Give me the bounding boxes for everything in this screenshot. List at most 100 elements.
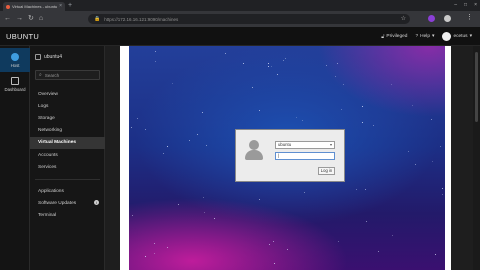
sidebar-item-networking[interactable]: Networking xyxy=(30,125,105,137)
browser-menu-icon[interactable]: ⋮ xyxy=(466,13,473,23)
server-icon xyxy=(35,54,41,60)
host-selector[interactable]: ubuntu4 xyxy=(35,54,62,60)
star-dot xyxy=(361,105,363,107)
sidebar-item-applications[interactable]: Applications xyxy=(30,185,105,197)
star-dot xyxy=(154,253,156,255)
star-dot xyxy=(273,262,275,264)
scroll-thumb[interactable] xyxy=(475,52,478,122)
help-menu[interactable]: ? Help ▾ xyxy=(415,34,434,39)
star-dot xyxy=(435,253,436,255)
star-dot xyxy=(259,198,261,200)
help-icon: ? xyxy=(415,34,419,39)
star-dot xyxy=(153,242,155,244)
star-dot xyxy=(335,76,337,78)
privileged-label: Privileged xyxy=(386,34,408,39)
browser-tab[interactable]: Virtual Machines - ubuntu4 × xyxy=(3,2,65,11)
star-dot xyxy=(271,66,273,68)
sidebar-item-virtual-machines[interactable]: Virtual Machines xyxy=(30,136,105,149)
close-icon[interactable]: × xyxy=(59,4,62,9)
sidebar-item-storage[interactable]: Storage xyxy=(30,112,105,124)
star-dot xyxy=(167,145,169,147)
search-icon: ⌕ xyxy=(39,72,42,78)
avatar xyxy=(442,32,452,41)
sidebar-item-accounts[interactable]: Accounts xyxy=(30,149,105,161)
star-dot xyxy=(206,145,208,147)
chevron-down-icon: ▾ xyxy=(432,34,435,39)
star-dot xyxy=(167,247,168,249)
user-menu[interactable]: ecetus ▾ xyxy=(442,32,472,41)
star-dot xyxy=(268,62,270,64)
star-dot xyxy=(177,204,179,206)
icon-rail: Host Dashboard xyxy=(0,46,30,270)
header-actions: 🔓︎ Privileged ? Help ▾ ecetus ▾ xyxy=(381,31,472,42)
star-dot xyxy=(432,161,434,163)
lock-icon: 🔒 xyxy=(94,16,101,22)
star-dot xyxy=(441,188,443,190)
sidebar-item-logs[interactable]: Logs xyxy=(30,100,105,112)
star-dot xyxy=(415,164,417,166)
star-dot xyxy=(430,118,432,120)
sidebar-divider xyxy=(35,179,100,180)
sidebar: ubuntu4 ⌕ Overview Logs Storage Networki… xyxy=(30,46,105,270)
browser-tab-bar: Virtual Machines - ubuntu4 × + – □ × xyxy=(0,0,480,11)
browser-toolbar: ← → ↻ ⌂ 🔒 https://172.16.16.121:9090/mac… xyxy=(0,11,480,27)
star-dot xyxy=(295,116,297,118)
main-scrollbar[interactable] xyxy=(473,46,480,270)
star-dot xyxy=(304,192,306,194)
extension-icon[interactable] xyxy=(428,15,435,22)
rail-dashboard[interactable]: Dashboard xyxy=(0,72,30,96)
star-dot xyxy=(336,63,338,65)
star-dot xyxy=(203,212,205,214)
privileged-indicator[interactable]: 🔓︎ Privileged xyxy=(381,34,407,40)
star-dot xyxy=(326,65,328,67)
star-dot xyxy=(258,109,260,111)
star-dot xyxy=(277,74,279,76)
search-input[interactable] xyxy=(44,72,95,78)
star-dot xyxy=(366,221,368,223)
star-dot xyxy=(441,193,443,195)
profile-icon[interactable] xyxy=(444,15,451,22)
password-field[interactable]: | xyxy=(275,152,335,160)
star-dot xyxy=(377,250,379,252)
sidebar-search[interactable]: ⌕ xyxy=(35,70,100,80)
user-name: ecetus xyxy=(453,34,468,39)
sidebar-nav-system: Overview Logs Storage Networking Virtual… xyxy=(30,88,105,173)
star-dot xyxy=(214,217,216,219)
sidebar-item-terminal[interactable]: Terminal xyxy=(30,209,105,221)
app-header: UBUNTU 🔓︎ Privileged ? Help ▾ ecetus ▾ xyxy=(0,27,480,46)
star-dot xyxy=(144,256,146,258)
star-dot xyxy=(242,63,244,65)
sidebar-item-overview[interactable]: Overview xyxy=(30,88,105,100)
back-icon[interactable]: ← xyxy=(4,14,11,23)
minimize-icon[interactable]: – xyxy=(454,1,457,9)
star-dot xyxy=(342,83,344,85)
forward-icon[interactable]: → xyxy=(16,14,23,23)
star-dot xyxy=(203,196,205,198)
star-dot xyxy=(283,60,285,62)
sidebar-item-software-updates[interactable]: Software Updates i xyxy=(30,197,105,209)
star-dot xyxy=(251,87,253,89)
sidebar-item-label: Software Updates xyxy=(38,200,77,206)
star-dot xyxy=(341,108,343,110)
close-window-icon[interactable]: × xyxy=(474,1,477,9)
url-text[interactable]: https://172.16.16.121:9090/machines xyxy=(104,17,178,22)
home-icon[interactable]: ⌂ xyxy=(39,14,43,23)
maximize-icon[interactable]: □ xyxy=(464,1,467,9)
user-avatar-icon xyxy=(243,139,265,161)
sidebar-nav-tools: Applications Software Updates i Terminal xyxy=(30,185,105,222)
rail-host[interactable]: Host xyxy=(0,48,30,72)
star-dot xyxy=(440,145,442,147)
login-button[interactable]: Log in xyxy=(318,167,335,175)
address-bar[interactable]: 🔒 https://172.16.16.121:9090/machines ☆ xyxy=(88,14,410,24)
host-name: ubuntu4 xyxy=(44,54,63,60)
star-dot xyxy=(131,126,133,128)
favicon-icon xyxy=(6,4,10,9)
reload-icon[interactable]: ↻ xyxy=(28,14,34,23)
lock-icon: 🔓︎ xyxy=(381,34,385,40)
username-select[interactable]: ubuntu ▾ xyxy=(275,141,335,149)
tab-title: Virtual Machines - ubuntu4 xyxy=(12,4,58,9)
sidebar-item-services[interactable]: Services xyxy=(30,161,105,173)
new-tab-button[interactable]: + xyxy=(68,2,72,10)
bookmark-star-icon[interactable]: ☆ xyxy=(401,14,406,24)
star-dot xyxy=(365,189,367,191)
